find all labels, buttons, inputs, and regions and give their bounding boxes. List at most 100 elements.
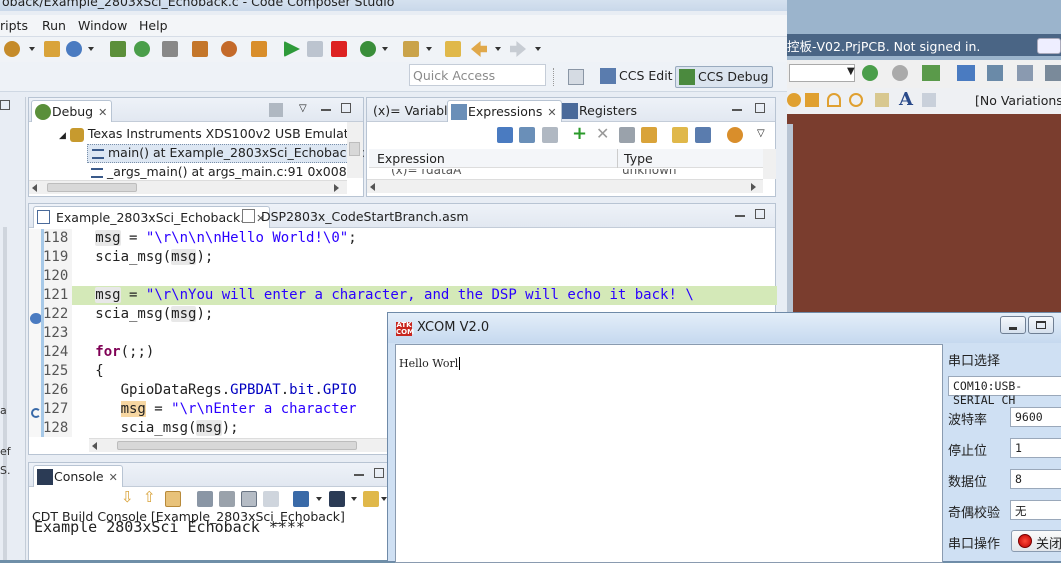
pin-icon[interactable] <box>263 491 279 507</box>
menu-scripts[interactable]: ripts <box>0 18 28 33</box>
text-icon[interactable]: A <box>899 89 913 110</box>
menu-run[interactable]: Run <box>42 18 66 33</box>
minimize-button[interactable] <box>1000 316 1026 334</box>
home-icon[interactable] <box>922 65 940 81</box>
word-wrap-icon[interactable] <box>241 491 257 507</box>
select-stop-bits[interactable]: 1 <box>1010 438 1061 458</box>
menu-help[interactable]: Help <box>139 18 168 33</box>
tab-registers[interactable]: Registers <box>559 100 641 122</box>
tab-echoback-c[interactable]: Example_2803xSci_Echoback.c ✕ <box>33 206 271 228</box>
scroll-down-icon[interactable]: ⇩ <box>121 488 137 506</box>
maximize-icon[interactable] <box>755 209 765 219</box>
minimize-icon[interactable] <box>732 109 742 111</box>
receive-area[interactable]: Hello Worl <box>395 344 943 563</box>
vertical-scrollbar[interactable] <box>347 122 363 178</box>
menu-icon[interactable] <box>1017 65 1033 81</box>
horizontal-scrollbar[interactable] <box>29 180 347 194</box>
code-line[interactable]: scia_msg(msg); <box>70 248 775 267</box>
minimize-icon[interactable] <box>354 474 364 476</box>
view-menu-icon[interactable]: ▽ <box>299 103 307 114</box>
remove-expression-icon[interactable]: ✕ <box>596 124 612 143</box>
perspective-ccs-debug[interactable]: CCS Debug <box>675 66 774 88</box>
view-icon[interactable] <box>1045 65 1061 81</box>
maximize-icon[interactable] <box>374 468 384 478</box>
expression-row[interactable]: (x)= rdataA unknown <box>377 169 757 179</box>
open-perspective-icon[interactable] <box>568 69 584 85</box>
tree-item-args-main[interactable]: _args_main() at args_main.c:91 0x008401 <box>91 164 355 179</box>
layout-icon[interactable] <box>542 127 558 143</box>
close-port-button[interactable]: 关闭 <box>1011 530 1061 552</box>
tree-item-main-frame[interactable]: main() at Example_2803xSci_Echoback.c: <box>87 144 369 163</box>
open-console-icon[interactable] <box>329 491 345 507</box>
connect-icon[interactable] <box>66 41 82 57</box>
debug-config-icon[interactable] <box>4 41 20 57</box>
add-expression-icon[interactable]: + <box>572 123 588 144</box>
clear-icon[interactable] <box>219 491 235 507</box>
perspective-ccs-edit[interactable]: CCS Edit <box>597 66 677 88</box>
terminate-icon[interactable] <box>331 41 347 57</box>
scroll-lock-icon[interactable] <box>165 491 181 507</box>
bg-combo[interactable] <box>789 64 855 82</box>
forward-icon[interactable] <box>892 65 908 81</box>
restore-icon[interactable] <box>0 100 10 110</box>
collapse-all-icon[interactable] <box>497 127 513 143</box>
maximize-icon[interactable] <box>341 103 351 113</box>
display-console-icon[interactable] <box>293 491 309 507</box>
minimize-icon[interactable] <box>321 109 331 111</box>
maximize-button[interactable] <box>1028 316 1054 334</box>
grid-icon[interactable] <box>922 93 936 107</box>
horizontal-scrollbar[interactable] <box>367 179 763 193</box>
column-type[interactable]: Type <box>624 151 653 166</box>
scroll-up-icon[interactable]: ⇧ <box>143 488 159 506</box>
tab-debug[interactable]: Debug ✕ <box>31 100 113 122</box>
round-rect-icon[interactable] <box>849 93 863 107</box>
tools-icon[interactable] <box>403 41 419 57</box>
maximize-icon[interactable] <box>755 103 765 113</box>
code-line[interactable] <box>70 267 775 286</box>
select-serial-port[interactable]: COM10:USB-SERIAL CH <box>948 376 1061 407</box>
tab-codestartbranch-asm[interactable]: DSP2803x_CodeStartBranch.asm <box>239 206 473 228</box>
show-type-icon[interactable] <box>519 127 535 143</box>
restart-icon[interactable] <box>221 41 237 57</box>
code-line[interactable]: msg = "\r\n\n\nHello World!\0"; <box>70 229 775 248</box>
last-edit-icon[interactable] <box>445 41 461 57</box>
forward-icon[interactable] <box>510 41 526 57</box>
arc-icon[interactable] <box>827 93 841 107</box>
new-console-icon[interactable] <box>363 491 379 507</box>
menu-window[interactable]: Window <box>78 18 127 33</box>
continuous-refresh-icon[interactable] <box>727 127 743 143</box>
suspend-icon[interactable] <box>307 41 323 57</box>
copy-icon[interactable] <box>197 491 213 507</box>
column-expression[interactable]: Expression <box>377 151 445 166</box>
select-data-bits[interactable]: 8 <box>1010 469 1061 489</box>
debug-icon[interactable] <box>360 41 376 57</box>
new-watch-icon[interactable] <box>672 127 688 143</box>
close-icon[interactable]: ✕ <box>109 471 118 484</box>
step-return-icon[interactable] <box>192 41 208 57</box>
variations-combo[interactable]: [No Variations <box>975 93 1061 108</box>
remove-all-icon[interactable] <box>619 127 635 143</box>
refresh-icon[interactable] <box>641 127 657 143</box>
vertical-scrollbar[interactable] <box>763 149 776 179</box>
minimize-icon[interactable] <box>735 215 745 217</box>
tree-item-emulator[interactable]: ◢ Texas Instruments XDS100v2 USB Emulato… <box>59 126 361 142</box>
dropdown-icon[interactable]: ▼ <box>847 66 855 77</box>
load-program-icon[interactable] <box>44 41 60 57</box>
select-parity[interactable]: 无 <box>1010 500 1061 520</box>
step-over-icon[interactable] <box>110 41 126 57</box>
assembly-step-icon[interactable] <box>251 41 267 57</box>
tab-console[interactable]: Console ✕ <box>33 465 123 487</box>
resume-icon[interactable] <box>284 41 300 57</box>
view-menu-icon[interactable]: ▽ <box>757 128 765 139</box>
quick-access-input[interactable]: Quick Access <box>409 64 546 86</box>
select-baud-rate[interactable]: 9600 <box>1010 407 1061 427</box>
close-icon[interactable]: ✕ <box>547 106 556 119</box>
remove-all-terminated-icon[interactable] <box>269 103 283 117</box>
export-icon[interactable] <box>695 127 711 143</box>
back-icon[interactable] <box>471 41 487 57</box>
tab-expressions[interactable]: Expressions ✕ <box>447 100 562 122</box>
memory-icon[interactable] <box>162 41 178 57</box>
place-icon[interactable] <box>787 93 801 107</box>
polygon-icon[interactable] <box>875 93 889 107</box>
place-pin-icon[interactable] <box>805 93 819 107</box>
